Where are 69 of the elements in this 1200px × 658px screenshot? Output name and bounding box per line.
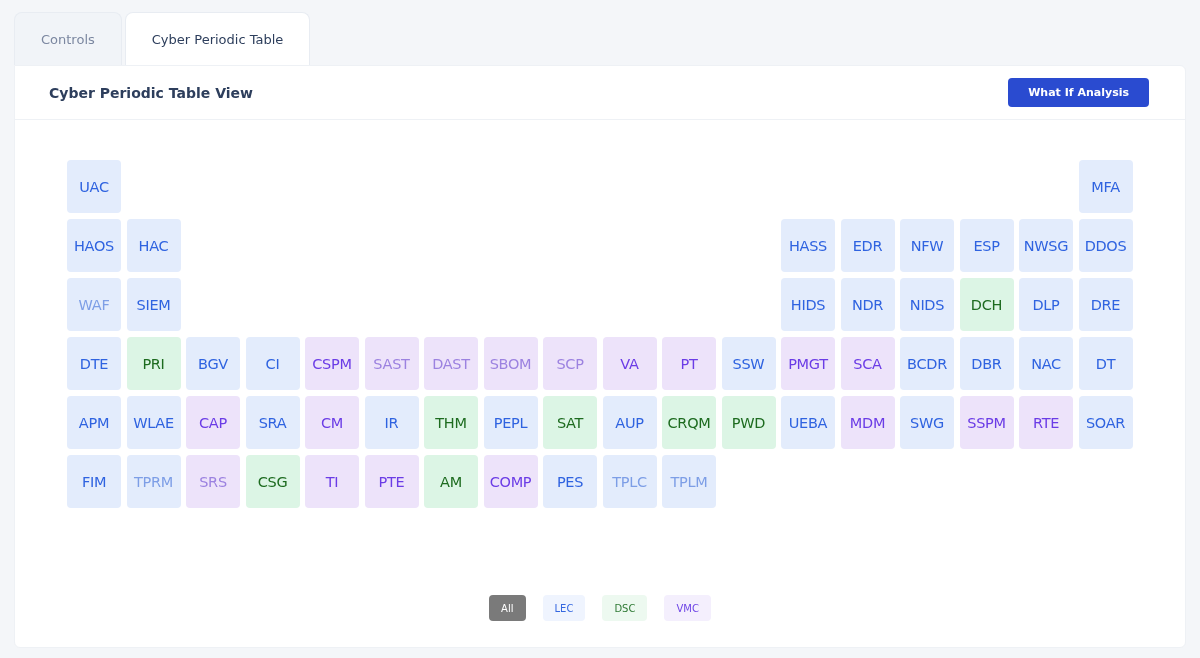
panel-title: Cyber Periodic Table View xyxy=(49,84,253,101)
filter-chip[interactable]: All xyxy=(489,595,526,621)
element-tile[interactable]: BGV xyxy=(186,337,240,390)
element-tile[interactable]: SAST xyxy=(364,337,419,390)
element-tile[interactable]: NAC xyxy=(1019,337,1073,390)
element-tile[interactable]: AM xyxy=(424,455,478,508)
element-tile[interactable]: UEBA xyxy=(781,396,835,449)
element-tile[interactable]: SAT xyxy=(543,396,597,449)
element-tile[interactable]: EDR xyxy=(840,219,895,272)
element-tile[interactable]: HAC xyxy=(126,219,181,272)
element-tile[interactable]: SBOM xyxy=(483,337,538,390)
element-tile[interactable]: HASS xyxy=(781,219,835,272)
element-tile[interactable]: THM xyxy=(424,396,478,449)
element-tile[interactable]: PT xyxy=(662,337,716,390)
element-tile[interactable]: SWG xyxy=(900,396,954,449)
tab[interactable]: Cyber Periodic Table xyxy=(124,12,311,65)
element-tile[interactable]: CM xyxy=(305,396,359,449)
element-tile[interactable]: CRQM xyxy=(662,396,716,449)
element-tile[interactable]: DTE xyxy=(67,337,121,390)
element-tile[interactable]: PES xyxy=(543,455,597,508)
element-tile[interactable]: MDM xyxy=(840,396,895,449)
element-tile[interactable]: BCDR xyxy=(900,337,954,390)
element-tile[interactable]: HAOS xyxy=(67,219,121,272)
element-tile[interactable]: DRE xyxy=(1078,278,1133,331)
element-tile[interactable]: UAC xyxy=(67,160,121,213)
what-if-analysis-button[interactable]: What If Analysis xyxy=(1008,78,1149,107)
element-tile[interactable]: DBR xyxy=(959,337,1014,390)
element-tile[interactable]: NDR xyxy=(840,278,895,331)
element-tile[interactable]: SOAR xyxy=(1078,396,1133,449)
element-tile[interactable]: SRA xyxy=(245,396,300,449)
element-tile[interactable]: PEPL xyxy=(483,396,538,449)
element-tile[interactable]: SSW xyxy=(721,337,776,390)
element-tile[interactable]: FIM xyxy=(67,455,121,508)
element-tile[interactable]: SSPM xyxy=(959,396,1014,449)
element-tile[interactable]: TI xyxy=(305,455,359,508)
element-tile[interactable]: DDOS xyxy=(1078,219,1133,272)
element-tile[interactable]: SCP xyxy=(543,337,597,390)
element-tile[interactable]: CSPM xyxy=(305,337,359,390)
element-tile[interactable]: SRS xyxy=(186,455,240,508)
element-tile[interactable]: CAP xyxy=(186,396,240,449)
element-tile[interactable]: PWD xyxy=(721,396,776,449)
element-tile[interactable]: SCA xyxy=(840,337,895,390)
element-tile[interactable]: WLAE xyxy=(126,396,181,449)
element-tile[interactable]: NFW xyxy=(900,219,954,272)
element-tile[interactable]: DT xyxy=(1078,337,1133,390)
element-tile[interactable]: DAST xyxy=(424,337,478,390)
element-tile[interactable]: ESP xyxy=(959,219,1014,272)
element-tile[interactable]: DLP xyxy=(1019,278,1073,331)
element-tile[interactable]: VA xyxy=(602,337,657,390)
element-tile[interactable]: IR xyxy=(364,396,419,449)
element-tile[interactable]: PMGT xyxy=(781,337,835,390)
element-tile[interactable]: HIDS xyxy=(781,278,835,331)
element-tile[interactable]: NWSG xyxy=(1019,219,1073,272)
filter-chip[interactable]: VMC xyxy=(664,595,711,621)
element-tile[interactable]: DCH xyxy=(959,278,1014,331)
element-tile[interactable]: SIEM xyxy=(126,278,181,331)
element-tile[interactable]: CSG xyxy=(245,455,300,508)
element-tile[interactable]: PRI xyxy=(126,337,181,390)
element-tile[interactable]: APM xyxy=(67,396,121,449)
filter-chip[interactable]: DSC xyxy=(602,595,648,621)
element-tile[interactable]: NIDS xyxy=(900,278,954,331)
element-tile[interactable]: AUP xyxy=(602,396,657,449)
element-tile[interactable]: RTE xyxy=(1019,396,1073,449)
element-tile[interactable]: CI xyxy=(245,337,300,390)
element-tile[interactable]: PTE xyxy=(364,455,419,508)
filter-chip[interactable]: LEC xyxy=(542,595,586,621)
element-tile[interactable]: COMP xyxy=(483,455,538,508)
element-tile[interactable]: MFA xyxy=(1078,160,1133,213)
tab[interactable]: Controls xyxy=(14,12,122,65)
